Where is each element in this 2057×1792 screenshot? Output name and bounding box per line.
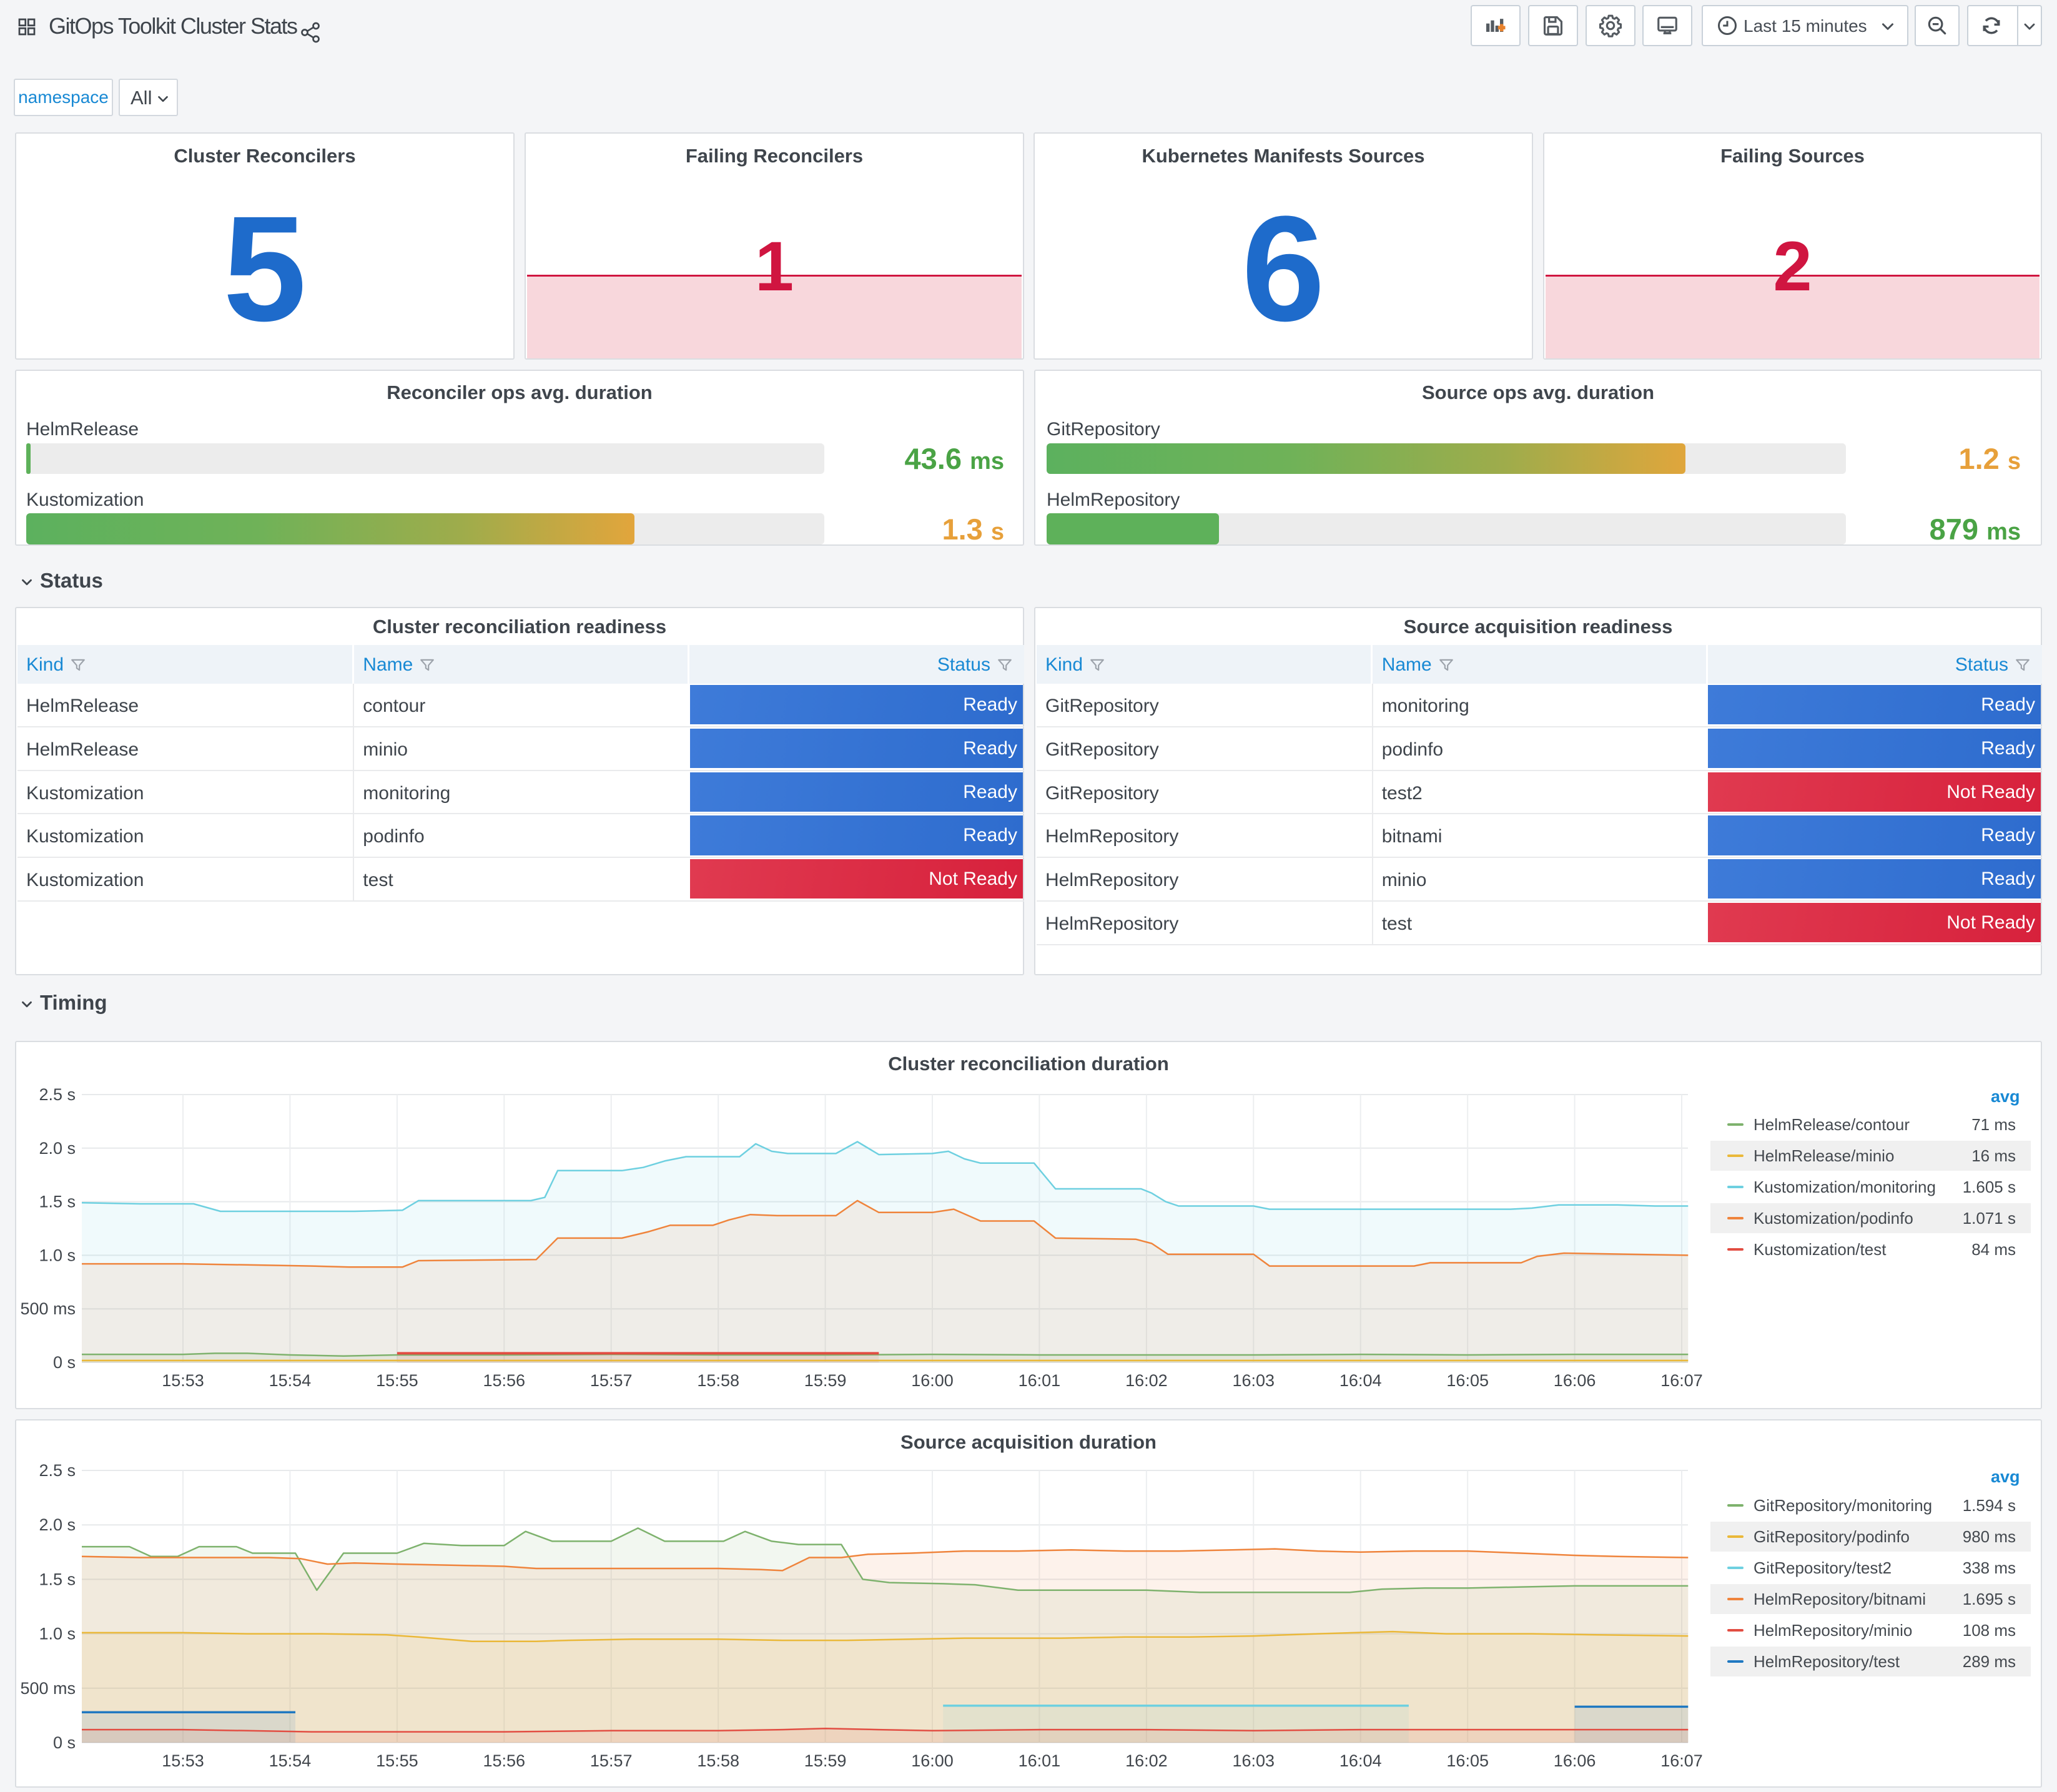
svg-text:15:57: 15:57 [590, 1751, 633, 1770]
svg-text:16:03: 16:03 [1233, 1371, 1275, 1390]
svg-text:15:56: 15:56 [483, 1751, 526, 1770]
svg-text:16:02: 16:02 [1125, 1751, 1168, 1770]
svg-text:16:04: 16:04 [1339, 1371, 1382, 1390]
svg-text:0 s: 0 s [53, 1733, 76, 1752]
svg-text:0 s: 0 s [53, 1353, 76, 1372]
svg-text:15:54: 15:54 [269, 1371, 312, 1390]
svg-text:16:07: 16:07 [1660, 1371, 1703, 1390]
svg-text:15:57: 15:57 [590, 1371, 633, 1390]
svg-text:15:58: 15:58 [697, 1371, 739, 1390]
svg-text:15:59: 15:59 [804, 1751, 847, 1770]
svg-text:16:01: 16:01 [1019, 1751, 1061, 1770]
svg-text:16:04: 16:04 [1339, 1751, 1382, 1770]
svg-text:2.0 s: 2.0 s [39, 1139, 76, 1158]
svg-text:16:03: 16:03 [1233, 1751, 1275, 1770]
svg-text:2.5 s: 2.5 s [39, 1085, 76, 1104]
svg-text:1.0 s: 1.0 s [39, 1246, 76, 1264]
svg-text:15:53: 15:53 [162, 1371, 204, 1390]
svg-text:15:55: 15:55 [376, 1751, 418, 1770]
svg-text:16:05: 16:05 [1446, 1751, 1489, 1770]
svg-text:2.5 s: 2.5 s [39, 1461, 76, 1480]
svg-text:15:59: 15:59 [804, 1371, 847, 1390]
svg-text:16:05: 16:05 [1446, 1371, 1489, 1390]
svg-text:16:02: 16:02 [1125, 1371, 1168, 1390]
svg-text:16:01: 16:01 [1019, 1371, 1061, 1390]
svg-text:2.0 s: 2.0 s [39, 1515, 76, 1534]
svg-text:500 ms: 500 ms [20, 1299, 76, 1318]
svg-text:15:53: 15:53 [162, 1751, 204, 1770]
svg-text:16:06: 16:06 [1554, 1371, 1596, 1390]
svg-text:15:55: 15:55 [376, 1371, 418, 1390]
svg-text:1.0 s: 1.0 s [39, 1625, 76, 1643]
svg-text:16:07: 16:07 [1660, 1751, 1703, 1770]
svg-text:16:00: 16:00 [911, 1371, 954, 1390]
svg-text:15:58: 15:58 [697, 1751, 739, 1770]
svg-text:1.5 s: 1.5 s [39, 1570, 76, 1588]
svg-text:15:56: 15:56 [483, 1371, 526, 1390]
svg-text:15:54: 15:54 [269, 1751, 312, 1770]
svg-text:16:06: 16:06 [1554, 1751, 1596, 1770]
svg-text:1.5 s: 1.5 s [39, 1193, 76, 1211]
svg-text:500 ms: 500 ms [20, 1679, 76, 1698]
svg-text:16:00: 16:00 [911, 1751, 954, 1770]
